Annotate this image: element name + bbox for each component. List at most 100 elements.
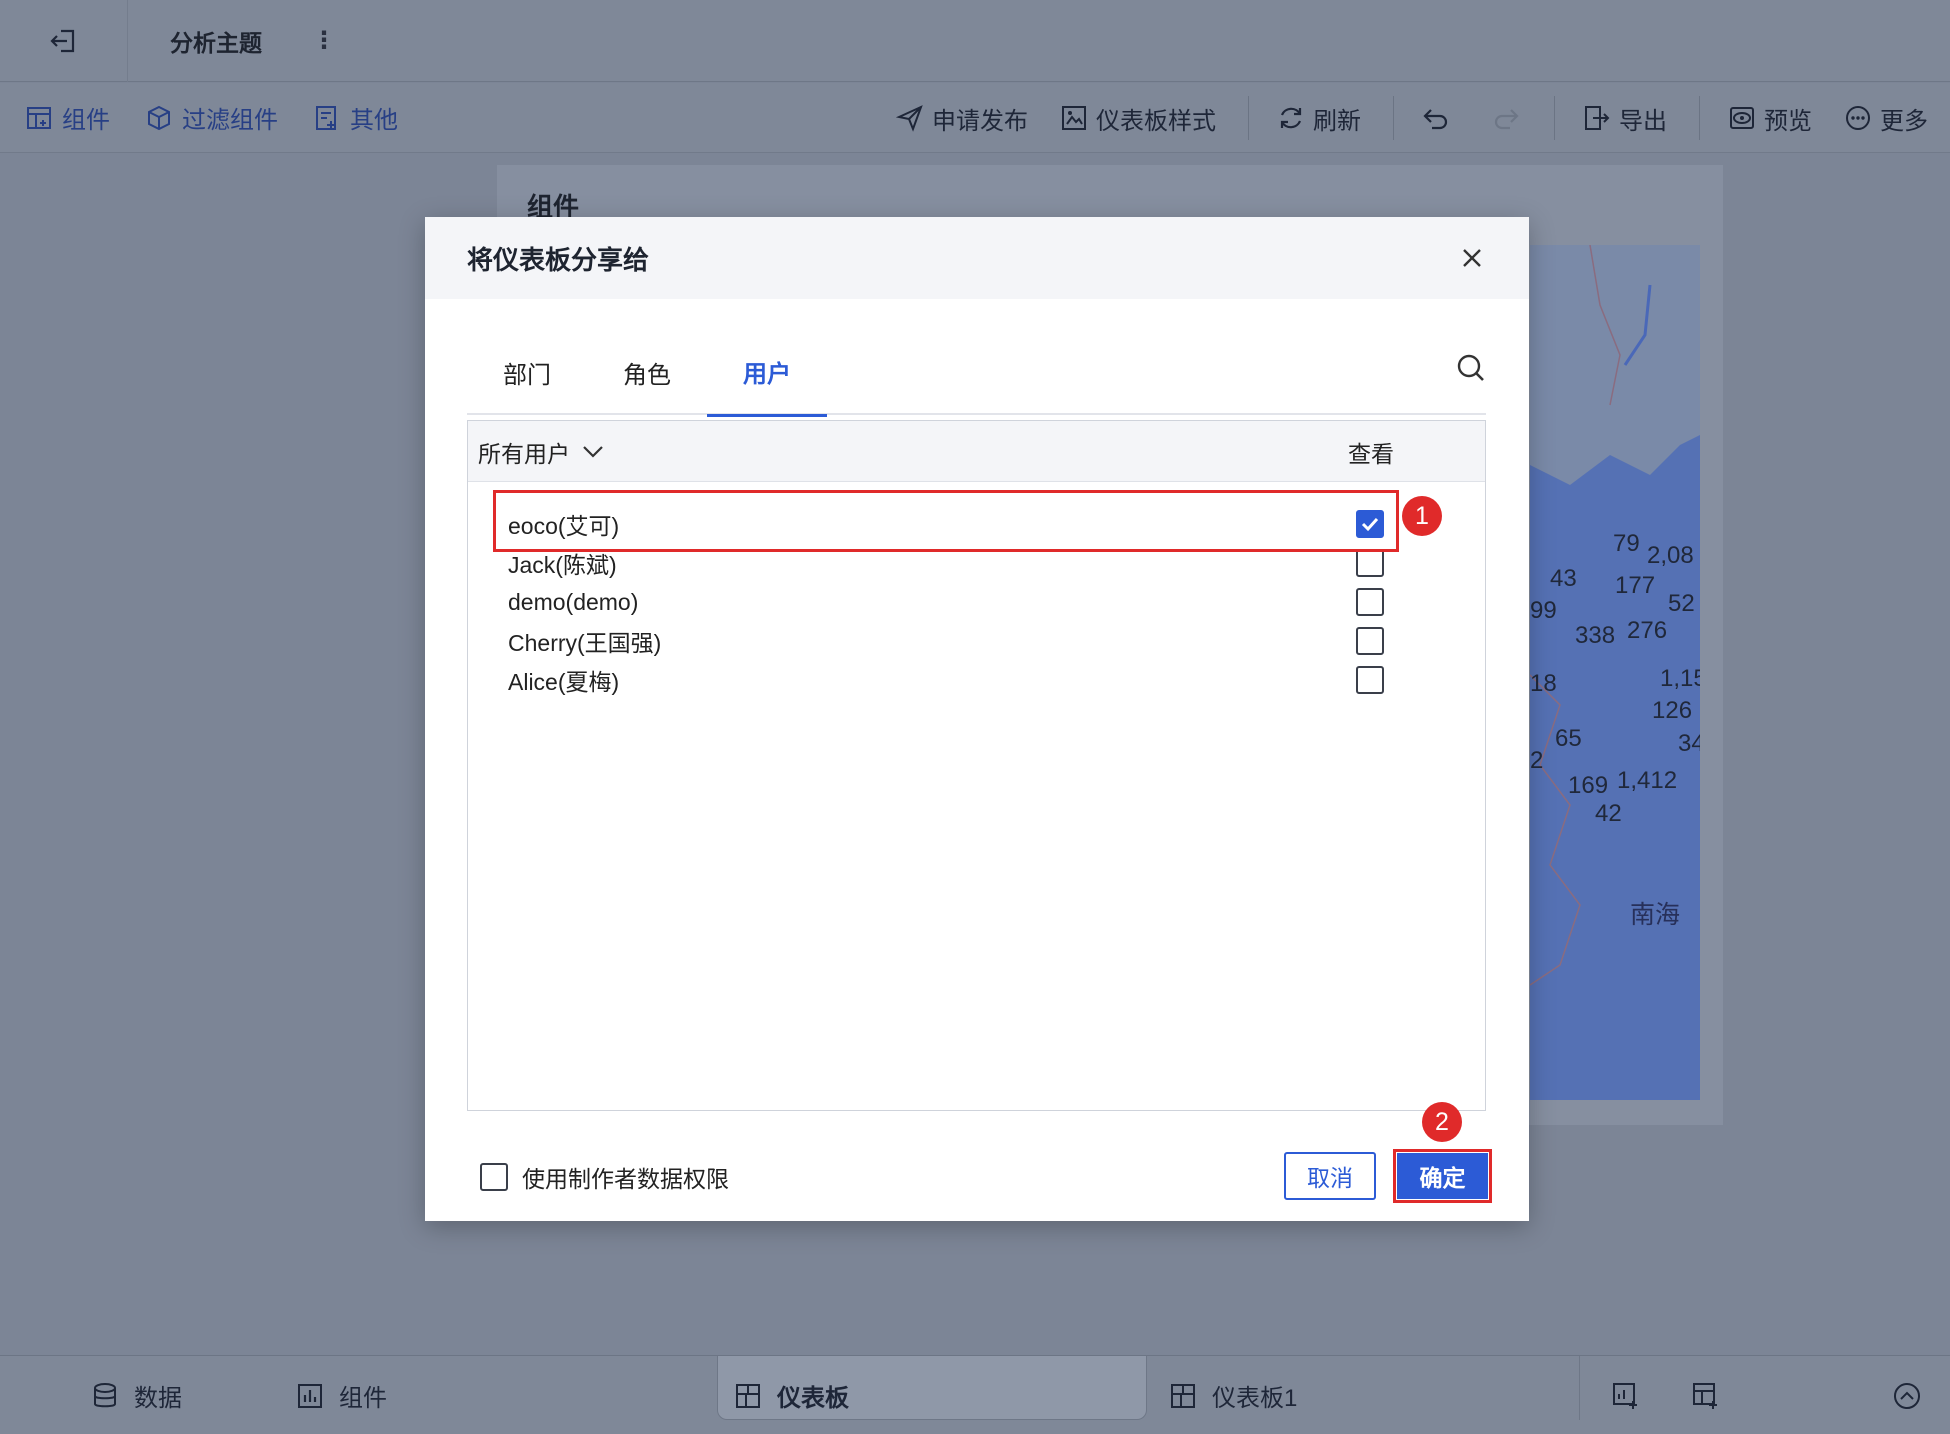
undo-button[interactable] xyxy=(1422,104,1458,132)
map-label: 42 xyxy=(1595,800,1622,827)
exit-icon xyxy=(49,29,74,52)
map-label: 99 xyxy=(1530,597,1557,624)
map-label: 1,412 xyxy=(1617,767,1678,794)
publish-button[interactable]: 申请发布 xyxy=(896,101,1028,136)
component-tab-label: 组件 xyxy=(339,1385,387,1412)
map-label: 276 xyxy=(1627,617,1668,644)
search-icon xyxy=(1457,354,1484,381)
close-button[interactable] xyxy=(1461,247,1483,274)
dashboard1-tab[interactable]: 仪表板1 xyxy=(1170,1356,1297,1434)
more-button[interactable]: 更多 xyxy=(1844,101,1928,136)
back-button[interactable] xyxy=(0,0,128,82)
toolbar-divider xyxy=(1699,96,1700,140)
more-circle-icon xyxy=(1846,106,1870,130)
tab-role[interactable]: 角色 xyxy=(587,329,707,415)
cancel-button[interactable]: 取消 xyxy=(1284,1152,1376,1200)
filter-component-label: 过滤组件 xyxy=(182,107,278,134)
tab-department[interactable]: 部门 xyxy=(467,329,587,415)
more-menu-icon[interactable]: ⋮ xyxy=(312,26,336,55)
tab-user[interactable]: 用户 xyxy=(707,329,827,417)
dashboard-style-label: 仪表板样式 xyxy=(1096,107,1216,135)
preview-button[interactable]: 预览 xyxy=(1728,101,1812,136)
filter-component-button[interactable]: 过滤组件 xyxy=(146,100,278,135)
dialog-title: 将仪表板分享给 xyxy=(467,244,650,275)
refresh-button[interactable]: 刷新 xyxy=(1277,101,1361,136)
user-name: Alice(夏梅) xyxy=(508,669,620,695)
add-chart-icon xyxy=(1613,1382,1637,1409)
map-label: 52 xyxy=(1668,590,1695,617)
refresh-icon xyxy=(1280,107,1302,129)
map-label: 43 xyxy=(1550,565,1577,592)
step-badge-2: 2 xyxy=(1422,1102,1462,1142)
component-tab[interactable]: 组件 xyxy=(297,1356,387,1434)
map-label: 18 xyxy=(1530,670,1557,697)
highlight-annotation xyxy=(493,490,1399,552)
data-tab-label: 数据 xyxy=(134,1385,182,1412)
user-list-header: 所有用户 查看 xyxy=(468,421,1485,482)
preview-icon xyxy=(1730,107,1754,129)
user-filter-dropdown[interactable]: 所有用户 xyxy=(478,421,604,482)
dashboard-icon xyxy=(736,1383,760,1408)
collapse-button[interactable] xyxy=(1892,1356,1938,1434)
confirm-button[interactable]: 确定 xyxy=(1397,1153,1488,1199)
creator-permission-label: 使用制作者数据权限 xyxy=(522,1166,729,1192)
other-label: 其他 xyxy=(350,107,398,134)
refresh-label: 刷新 xyxy=(1313,107,1361,135)
user-filter-label: 所有用户 xyxy=(478,440,570,467)
map-label: 65 xyxy=(1555,725,1582,752)
dashboard-style-button[interactable]: 仪表板样式 xyxy=(1060,101,1216,136)
page-title: 分析主题 xyxy=(170,29,262,56)
document-add-icon xyxy=(316,105,336,130)
cube-icon xyxy=(148,105,170,130)
share-tabs: 部门 角色 用户 xyxy=(467,329,1486,417)
add-component-label: 组件 xyxy=(62,107,110,134)
bar-chart-icon xyxy=(298,1383,322,1408)
creator-permission-option[interactable]: 使用制作者数据权限 xyxy=(480,1160,729,1194)
map-label: 338 xyxy=(1575,622,1616,649)
dialog-header: 将仪表板分享给 xyxy=(425,217,1529,299)
toolbar-divider xyxy=(1554,96,1555,140)
dashboard-tab[interactable]: 仪表板 xyxy=(735,1356,849,1434)
export-label: 导出 xyxy=(1619,107,1667,135)
send-icon xyxy=(896,105,923,132)
view-checkbox[interactable] xyxy=(1356,627,1384,655)
view-column-header: 查看 xyxy=(1348,440,1394,467)
creator-permission-checkbox[interactable] xyxy=(480,1163,508,1191)
search-button[interactable] xyxy=(1456,353,1486,388)
map-label: 1,15 xyxy=(1660,665,1700,692)
map-label: 126 xyxy=(1652,697,1693,724)
data-tab[interactable]: 数据 xyxy=(92,1356,182,1434)
redo-icon xyxy=(1494,109,1519,130)
map-label: 2,08 xyxy=(1647,542,1694,569)
step-badge-1: 1 xyxy=(1402,496,1442,536)
more-label: 更多 xyxy=(1880,107,1928,135)
close-icon xyxy=(1463,249,1481,267)
list-item[interactable]: Alice(夏梅) xyxy=(468,657,1485,703)
component-icon xyxy=(27,106,51,129)
export-icon xyxy=(1585,106,1610,130)
view-checkbox[interactable] xyxy=(1356,549,1384,577)
dashboard1-tab-label: 仪表板1 xyxy=(1212,1385,1298,1412)
redo-button[interactable] xyxy=(1492,104,1528,132)
toolbar-divider xyxy=(1248,96,1249,140)
database-icon xyxy=(94,1382,116,1407)
map-sea-label: 南海 xyxy=(1630,901,1681,929)
undo-icon xyxy=(1423,109,1448,130)
toolbar: 组件 过滤组件 其他 申请发布 仪表板样式 刷新 导出 预览 更多 xyxy=(0,83,1950,153)
chevron-up-circle-icon xyxy=(1894,1382,1920,1409)
dashboard-icon xyxy=(1171,1383,1195,1408)
dashboard-tab-label: 仪表板 xyxy=(777,1385,849,1412)
view-checkbox[interactable] xyxy=(1356,588,1384,616)
preview-label: 预览 xyxy=(1764,107,1812,135)
share-dialog: 将仪表板分享给 部门 角色 用户 所有用户 查看 eoco(艾可) Jack(陈… xyxy=(425,217,1529,1221)
add-chart-button[interactable] xyxy=(1612,1356,1656,1434)
top-bar: 分析主题 ⋮ xyxy=(0,0,1950,82)
style-icon xyxy=(1062,106,1086,130)
bottom-bar: 数据 组件 仪表板 仪表板1 xyxy=(0,1355,1950,1434)
other-button[interactable]: 其他 xyxy=(314,100,398,135)
add-component-button[interactable]: 组件 xyxy=(26,100,110,135)
export-button[interactable]: 导出 xyxy=(1583,101,1667,136)
map-label: 169 xyxy=(1568,772,1609,799)
view-checkbox[interactable] xyxy=(1356,666,1384,694)
add-dashboard-button[interactable] xyxy=(1692,1356,1736,1434)
